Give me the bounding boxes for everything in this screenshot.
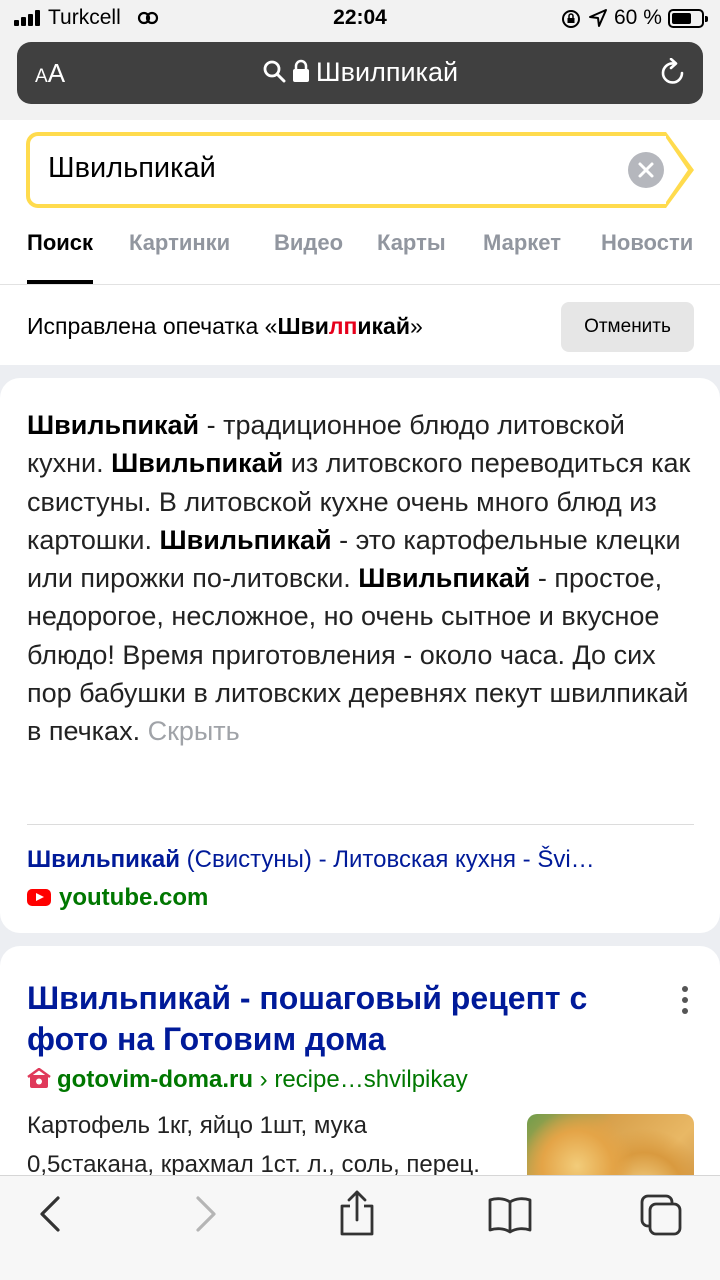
divider — [27, 824, 694, 825]
tab-images[interactable]: Картинки — [129, 230, 230, 256]
result-title-link[interactable]: Швильпикай - пошаговый рецепт с фото на … — [27, 978, 667, 1060]
clear-icon[interactable] — [628, 152, 664, 188]
lock-icon — [292, 59, 309, 82]
tab-maps[interactable]: Карты — [377, 230, 446, 256]
result-url[interactable]: gotovim-doma.ru › recipe…shvilpikay — [27, 1066, 468, 1097]
share-icon[interactable] — [336, 1190, 378, 1241]
highlighted-term: Швильпикай — [159, 524, 332, 555]
undo-correction-button[interactable]: Отменить — [561, 302, 694, 352]
more-icon[interactable] — [682, 986, 688, 1019]
youtube-icon — [27, 889, 51, 906]
typo-notice: Исправлена опечатка «Швилпикай» — [27, 313, 423, 339]
clock: 22:04 — [333, 6, 387, 29]
reload-icon[interactable] — [659, 57, 687, 93]
browser-toolbar: AA Швилпикай — [0, 38, 720, 120]
rotation-lock-icon — [560, 8, 582, 35]
search-query: Швильпикай — [48, 152, 216, 184]
bottom-toolbar — [0, 1175, 720, 1280]
tabs-divider — [0, 284, 720, 285]
forward-icon[interactable] — [190, 1194, 220, 1239]
highlighted-term: Швильпикай — [27, 410, 200, 440]
highlighted-term: Швильпикай — [111, 448, 284, 479]
fact-source-domain[interactable]: youtube.com — [27, 884, 208, 912]
status-bar: Turkcell 22:04 60 % — [0, 0, 720, 38]
corrected-word[interactable]: Швилпикай — [277, 313, 410, 339]
site-title: Швилпикай — [315, 57, 459, 87]
fact-text: Швильпикай - традиционное блюдо литовско… — [27, 410, 691, 747]
location-icon — [588, 8, 608, 33]
gotovim-doma-favicon-icon — [27, 1067, 51, 1097]
web-page: Швильпикай Поиск Картинки Видео Карты Ма… — [0, 120, 720, 1175]
fact-source-link[interactable]: Швильпикай (Свистуны) - Литовская кухня … — [27, 846, 595, 874]
tab-video[interactable]: Видео — [274, 230, 343, 256]
result-thumbnail[interactable] — [527, 1114, 694, 1175]
fact-card: Швильпикай - традиционное блюдо литовско… — [0, 378, 720, 933]
search-input[interactable]: Швильпикай — [26, 132, 694, 208]
search-result: Швильпикай - пошаговый рецепт с фото на … — [0, 946, 720, 1175]
result-snippet: Картофель 1кг, яйцо 1шт, мука 0,5стакана… — [27, 1112, 480, 1175]
bookmarks-icon[interactable] — [487, 1196, 533, 1239]
back-icon[interactable] — [36, 1194, 66, 1239]
battery-icon — [668, 9, 708, 28]
search-tabs: Поиск Картинки Видео Карты Маркет Новост… — [0, 230, 720, 284]
hide-link[interactable]: Скрыть — [148, 716, 240, 746]
search-header: Швильпикай Поиск Картинки Видео Карты Ма… — [0, 120, 720, 365]
address-display[interactable]: Швилпикай — [17, 57, 703, 88]
tab-market[interactable]: Маркет — [483, 230, 561, 256]
battery-percent: 60 % — [614, 6, 662, 29]
highlighted-term: Швильпикай — [358, 563, 531, 594]
search-icon — [263, 60, 286, 83]
address-bar[interactable]: AA Швилпикай — [17, 42, 703, 104]
tabs-icon[interactable] — [638, 1194, 684, 1243]
tab-search[interactable]: Поиск — [27, 230, 94, 284]
tab-news[interactable]: Новости — [601, 230, 693, 256]
